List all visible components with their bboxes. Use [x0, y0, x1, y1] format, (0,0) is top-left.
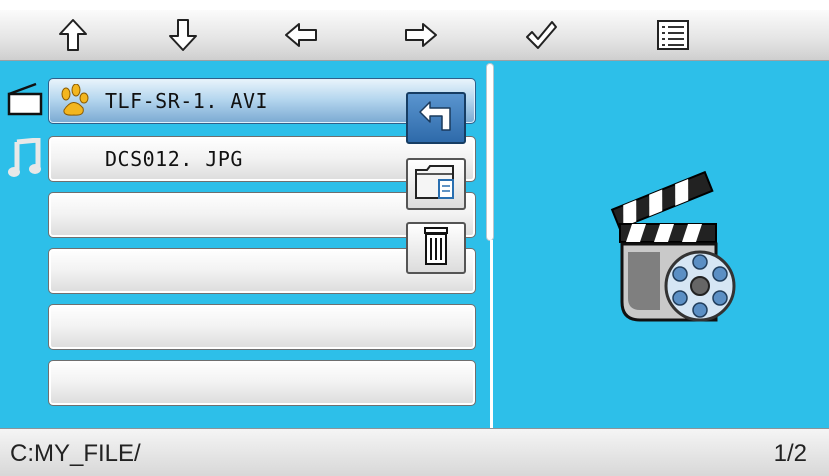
- divider: [490, 240, 493, 428]
- top-strip: [0, 0, 829, 10]
- left-arrow-icon[interactable]: [282, 16, 320, 54]
- file-browser-screen: TLF-SR-1. AVI DCS012. JPG C:MY_FILE/ 1/2: [0, 0, 829, 476]
- page-indicator: 1/2: [773, 440, 807, 467]
- up-arrow-icon[interactable]: [54, 16, 92, 54]
- music-category-icon[interactable]: [8, 137, 42, 182]
- file-name: DCS012. JPG: [105, 147, 243, 171]
- toolbar: [0, 10, 829, 61]
- file-name: TLF-SR-1. AVI: [105, 89, 269, 113]
- file-row-5[interactable]: [48, 304, 476, 350]
- copy-button[interactable]: [406, 158, 466, 210]
- video-file-icon: [600, 160, 750, 330]
- back-button[interactable]: [406, 92, 466, 144]
- file-row-6[interactable]: [48, 360, 476, 406]
- scrollbar[interactable]: [487, 64, 493, 240]
- video-category-icon[interactable]: [6, 82, 44, 120]
- current-path: C:MY_FILE/: [10, 440, 141, 467]
- right-arrow-icon[interactable]: [402, 16, 440, 54]
- folder-copy-icon: [413, 162, 459, 206]
- list-icon[interactable]: [654, 16, 692, 54]
- status-bar: C:MY_FILE/ 1/2: [0, 428, 829, 476]
- paw-icon: [59, 83, 89, 122]
- down-arrow-icon[interactable]: [164, 16, 202, 54]
- checkmark-icon[interactable]: [522, 16, 560, 54]
- back-icon: [416, 100, 456, 136]
- delete-button[interactable]: [406, 222, 466, 274]
- trash-icon: [419, 224, 453, 272]
